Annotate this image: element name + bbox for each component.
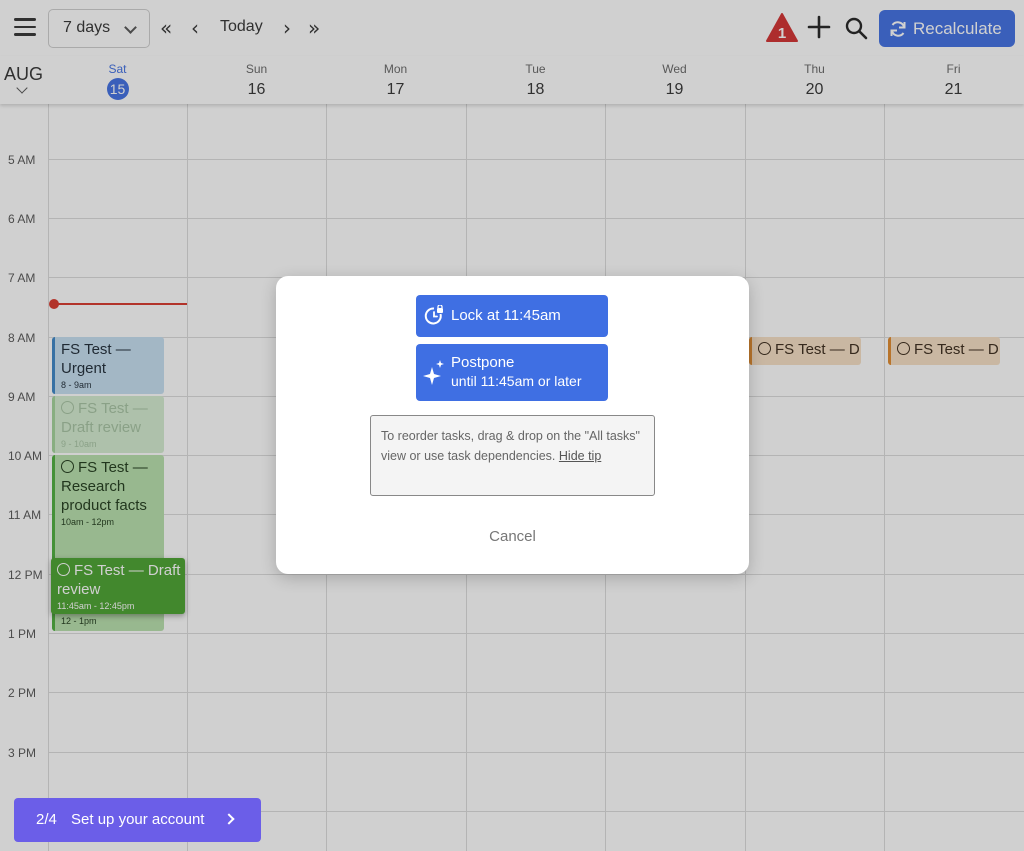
postpone-label: Postpone [451,354,515,371]
clock-lock-icon [424,305,443,325]
chevron-right-icon [223,813,235,825]
reorder-tip: To reorder tasks, drag & drop on the "Al… [370,415,655,496]
postpone-button[interactable]: Postpone until 11:45am or later [416,344,608,401]
lock-button[interactable]: Lock at 11:45am [416,295,608,337]
setup-progress: 2/4 [36,811,57,828]
hide-tip-link[interactable]: Hide tip [559,449,601,463]
setup-account-button[interactable]: 2/4 Set up your account [14,798,261,842]
task-action-modal: Lock at 11:45am Postpone until 11:45am o… [276,276,749,574]
setup-label: Set up your account [71,811,205,828]
sparkles-icon [423,360,444,385]
cancel-button[interactable]: Cancel [276,528,749,545]
lock-label: Lock at 11:45am [451,307,561,324]
postpone-sublabel: until 11:45am or later [451,373,582,389]
